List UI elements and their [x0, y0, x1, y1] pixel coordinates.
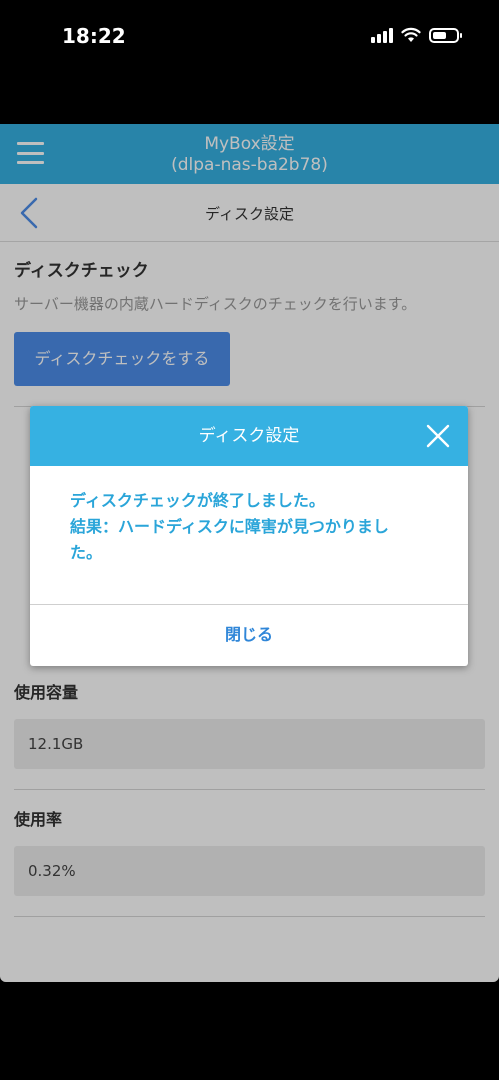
status-time: 18:22	[62, 24, 126, 48]
status-icons	[371, 27, 462, 43]
dialog-title: ディスク設定	[198, 426, 300, 446]
dialog-message-line2: 結果：ハードディスクに障害が見つかりまし	[70, 517, 389, 536]
disk-settings-dialog: ディスク設定 ディスクチェックが終了しました。 結果：ハードディスクに障害が見つ…	[30, 406, 468, 666]
close-icon[interactable]	[426, 424, 450, 448]
dialog-message-line3: た。	[70, 543, 103, 562]
dialog-message: ディスクチェックが終了しました。 結果：ハードディスクに障害が見つかりまし た。	[30, 466, 468, 604]
dialog-header: ディスク設定	[30, 406, 468, 466]
battery-icon	[429, 27, 462, 43]
bottom-bezel	[0, 982, 499, 1080]
wifi-icon	[401, 27, 421, 42]
status-bar: 18:22	[0, 0, 499, 124]
dialog-close-button[interactable]: 閉じる	[30, 604, 468, 666]
cellular-signal-icon	[371, 27, 393, 43]
dialog-message-line1: ディスクチェックが終了しました。	[70, 491, 325, 510]
